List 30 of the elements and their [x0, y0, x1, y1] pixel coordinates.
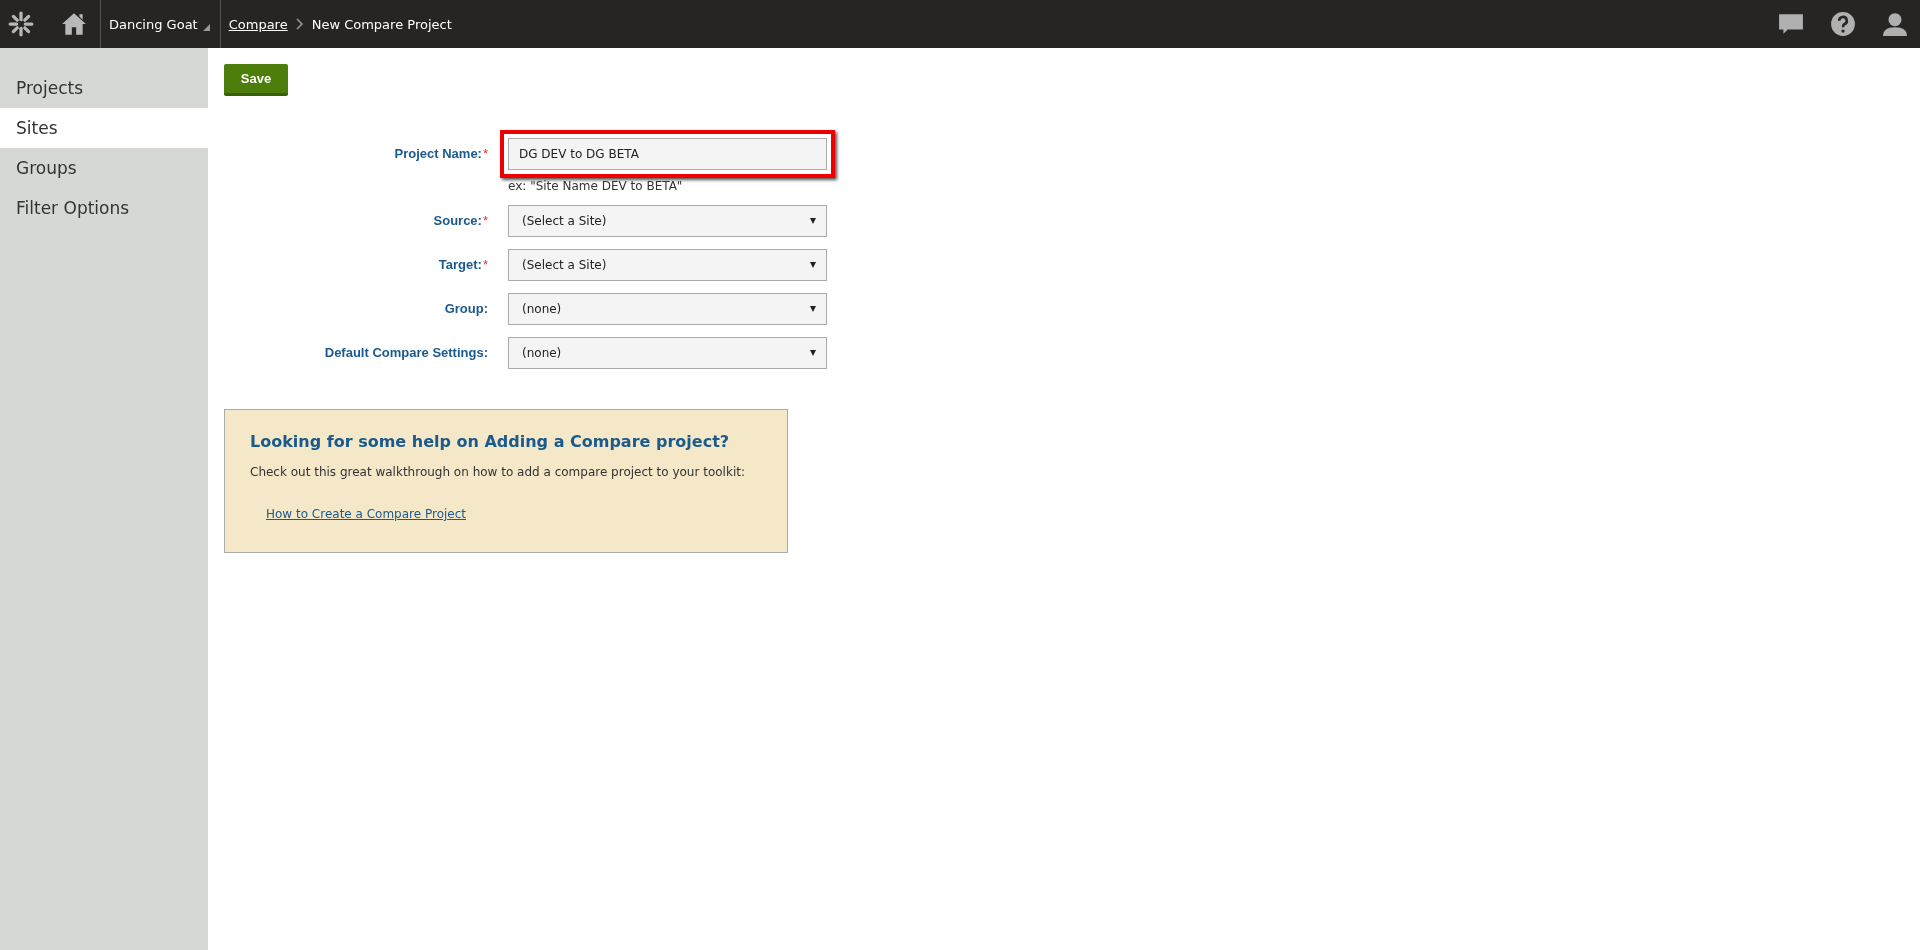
project-name-field[interactable]: DG DEV to DG BETA	[508, 138, 827, 170]
help-title: Looking for some help on Adding a Compare project?	[250, 432, 731, 451]
field-hint: ex: "Site Name DEV to BETA"	[508, 179, 684, 193]
user-icon[interactable]	[1882, 11, 1908, 37]
required-asterisk: *	[482, 213, 488, 228]
sidebar-item[interactable]: Filter Options	[0, 188, 208, 228]
field-label: Source:	[433, 213, 482, 228]
asterisk-logo-icon[interactable]	[8, 11, 34, 37]
help-link[interactable]: How to Create a Compare Project	[266, 507, 466, 521]
dropdown[interactable]: (none)	[508, 293, 827, 325]
sidebar-item[interactable]: Groups	[0, 148, 208, 188]
home-icon[interactable]	[61, 11, 87, 37]
field-label: Project Name:	[394, 146, 482, 161]
required-asterisk: *	[482, 257, 488, 272]
breadcrumb-current: New Compare Project	[311, 16, 452, 32]
dropdown[interactable]: (Select a Site)	[508, 205, 827, 237]
sidebar-item[interactable]: Sites	[0, 108, 208, 148]
help-icon[interactable]	[1830, 11, 1856, 37]
chat-bubble-icon[interactable]	[1778, 11, 1804, 37]
dropdown[interactable]: (none)	[508, 337, 827, 369]
field-label: Target:	[438, 257, 482, 272]
help-text: Check out this great walkthrough on how to add a compare project to your toolkit:	[250, 465, 746, 479]
breadcrumb-link[interactable]: Compare	[228, 16, 288, 32]
field-label: Group:	[444, 301, 488, 316]
sidebar-item[interactable]: Projects	[0, 68, 208, 108]
save-button[interactable]: Save	[224, 64, 288, 96]
chevron-right-icon	[295, 18, 304, 30]
required-asterisk: *	[482, 146, 488, 161]
field-label: Default Compare Settings:	[324, 345, 488, 360]
dropdown[interactable]: (Select a Site)	[508, 249, 827, 281]
